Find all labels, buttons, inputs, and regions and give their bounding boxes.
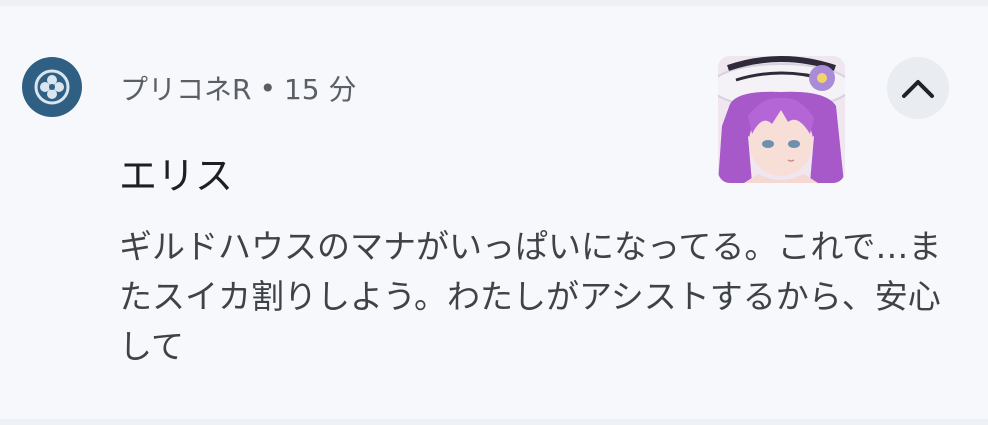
character-thumbnail	[718, 56, 845, 183]
notification-card[interactable]: プリコネR • 15 分 エリス ギルドハウスのマナがいっぱいになってる。これで…	[0, 6, 988, 419]
bottom-divider	[0, 419, 988, 425]
chevron-up-icon	[902, 80, 934, 98]
separator-dot: •	[259, 71, 276, 105]
notification-message: ギルドハウスのマナがいっぱいになってる。これで…またスイカ割りしよう。わたしがア…	[119, 227, 942, 366]
expand-button[interactable]	[887, 57, 949, 119]
clover-icon	[22, 57, 82, 117]
notification-header: プリコネR • 15 分	[120, 68, 357, 108]
timestamp: 15 分	[283, 73, 357, 106]
app-name: プリコネR	[120, 73, 252, 106]
notification-title: エリス	[119, 154, 234, 198]
